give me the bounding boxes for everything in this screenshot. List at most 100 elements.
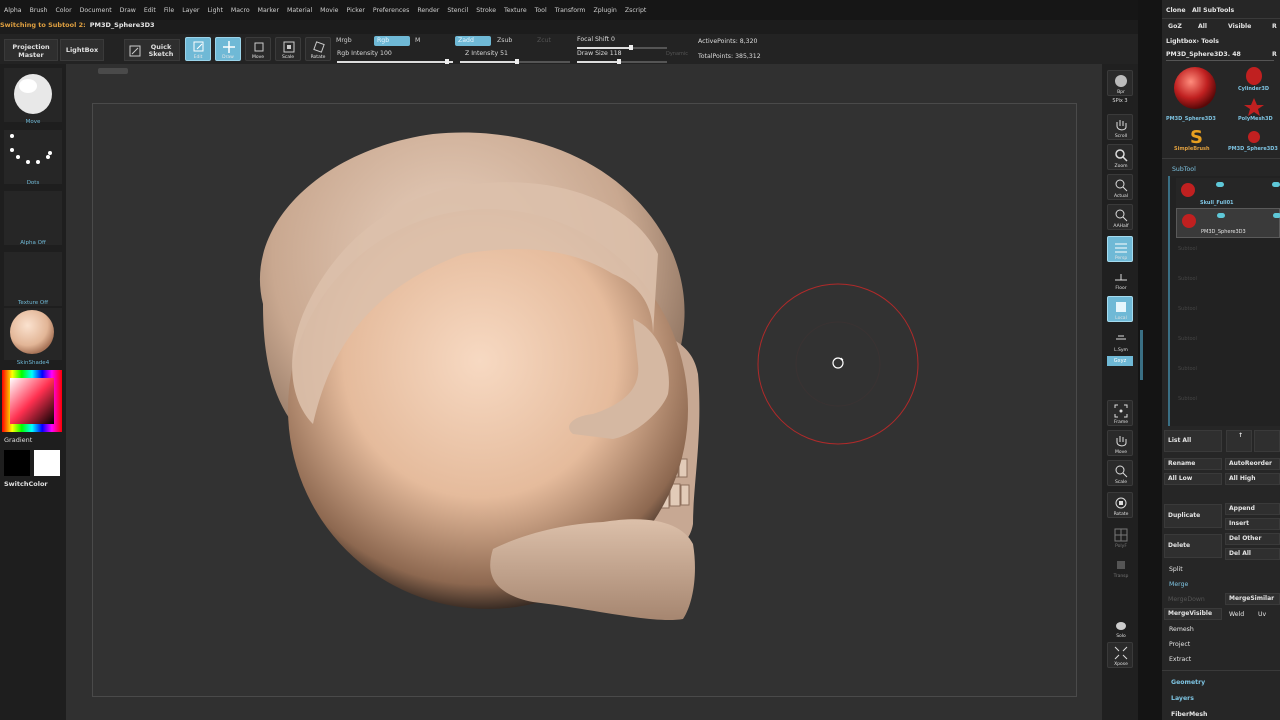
transp-button[interactable]: Transp	[1107, 554, 1133, 580]
brush-thumbnail[interactable]	[4, 68, 62, 122]
document-viewport[interactable]	[92, 103, 1077, 697]
scale-mode-button[interactable]: Scale	[275, 37, 301, 61]
menu-stroke[interactable]: Stroke	[476, 7, 496, 14]
rgb-intensity-slider[interactable]	[337, 59, 453, 64]
zadd-toggle[interactable]: Zadd	[455, 36, 491, 46]
lightbox-button[interactable]: LightBox	[60, 39, 104, 61]
weld-toggle[interactable]: Weld	[1229, 611, 1244, 618]
zcut-toggle[interactable]: Zcut	[534, 36, 554, 46]
menu-brush[interactable]: Brush	[30, 7, 48, 14]
empty-subtool-slot[interactable]: Subtool	[1178, 246, 1197, 252]
rotate-mode-button[interactable]: Rotate	[305, 37, 331, 61]
local-button[interactable]: Local	[1107, 296, 1133, 322]
all-high-button[interactable]: All High	[1225, 473, 1280, 485]
tool-thumb-polymesh[interactable]: PolyMesh3D	[1224, 96, 1280, 126]
menu-light[interactable]: Light	[207, 7, 222, 14]
bpr-button[interactable]: Bpr	[1107, 70, 1133, 96]
draw-size-slider[interactable]	[577, 59, 667, 64]
extract-section-toggle[interactable]: Extract	[1169, 656, 1191, 663]
all-subtools-button[interactable]: All SubTools	[1192, 7, 1234, 14]
fibermesh-subpalette[interactable]: FiberMesh	[1171, 711, 1207, 718]
focal-shift-knob[interactable]	[629, 45, 633, 50]
merge-down-button[interactable]: MergeDown	[1168, 596, 1205, 603]
menu-file[interactable]: File	[164, 7, 174, 14]
tool-thumb-cylinder[interactable]: Cylinder3D	[1224, 64, 1280, 94]
clone-button[interactable]: Clone	[1166, 7, 1186, 14]
m-toggle[interactable]: M	[412, 36, 423, 46]
tool-thumb-simplebrush[interactable]: S SimpleBrush	[1166, 126, 1222, 156]
alpha-thumbnail[interactable]	[4, 191, 62, 245]
canvas-scroll-handle[interactable]	[98, 68, 128, 74]
all-low-button[interactable]: All Low	[1164, 473, 1222, 485]
tool-r-button[interactable]: R	[1272, 51, 1277, 58]
list-all-button[interactable]: List All	[1164, 430, 1222, 452]
goz-visible-button[interactable]: Visible	[1228, 23, 1251, 30]
menu-texture[interactable]: Texture	[504, 7, 527, 14]
subtool-scrollbar[interactable]	[1168, 176, 1170, 426]
rgb-toggle[interactable]: Rgb	[374, 36, 410, 46]
geometry-subpalette[interactable]: Geometry	[1171, 679, 1205, 686]
floor-button[interactable]: Floor	[1107, 266, 1133, 292]
project-section-toggle[interactable]: Project	[1169, 641, 1190, 648]
split-section-toggle[interactable]: Split	[1169, 566, 1183, 573]
gxyz-toggle[interactable]: Gxyz	[1107, 356, 1133, 366]
menu-alpha[interactable]: Alpha	[4, 7, 22, 14]
scale-view-button[interactable]: Scale	[1107, 460, 1133, 486]
delete-button[interactable]: Delete	[1164, 534, 1222, 558]
visibility-eye-icon[interactable]	[1216, 182, 1224, 187]
material-thumbnail[interactable]	[4, 308, 62, 360]
menu-preferences[interactable]: Preferences	[373, 7, 409, 14]
menu-layer[interactable]: Layer	[182, 7, 199, 14]
draw-mode-button[interactable]: Draw	[215, 37, 241, 61]
lsym-button[interactable]: L.Sym	[1107, 328, 1133, 354]
visibility-eye-icon[interactable]	[1217, 213, 1225, 218]
empty-subtool-slot[interactable]: Subtool	[1178, 306, 1197, 312]
edit-mode-button[interactable]: Edit	[185, 37, 211, 61]
solo-button[interactable]: Solo	[1107, 614, 1133, 640]
goz-button[interactable]: GoZ	[1168, 23, 1182, 30]
menu-material[interactable]: Material	[287, 7, 312, 14]
empty-subtool-slot[interactable]: Subtool	[1178, 276, 1197, 282]
empty-subtool-slot[interactable]: Subtool	[1178, 396, 1197, 402]
menu-draw[interactable]: Draw	[120, 7, 136, 14]
menu-zscript[interactable]: Zscript	[625, 7, 646, 14]
tool-thumb-sphere-2[interactable]: PM3D_Sphere3D3	[1224, 126, 1280, 156]
menu-stencil[interactable]: Stencil	[447, 7, 468, 14]
tool-name-slider[interactable]	[1166, 60, 1274, 61]
menu-color[interactable]: Color	[55, 7, 71, 14]
projection-master-button[interactable]: Projection Master	[4, 39, 58, 61]
menu-tool[interactable]: Tool	[535, 7, 547, 14]
polyf-button[interactable]: PolyF	[1107, 524, 1133, 550]
persp-button[interactable]: Persp	[1107, 236, 1133, 262]
merge-similar-button[interactable]: MergeSimilar	[1225, 593, 1280, 605]
layers-subpalette[interactable]: Layers	[1171, 695, 1194, 702]
menu-marker[interactable]: Marker	[258, 7, 279, 14]
zsub-toggle[interactable]: Zsub	[494, 36, 515, 46]
focal-shift-slider[interactable]	[577, 45, 667, 50]
frame-button[interactable]: Frame	[1107, 400, 1133, 426]
rename-button[interactable]: Rename	[1164, 458, 1222, 470]
del-all-button[interactable]: Del All	[1225, 548, 1280, 560]
rotate-view-button[interactable]: Rotate	[1107, 492, 1133, 518]
primary-color-swatch[interactable]	[34, 450, 60, 476]
polypaint-toggle-icon[interactable]	[1272, 182, 1280, 187]
empty-subtool-slot[interactable]: Subtool	[1178, 336, 1197, 342]
z-intensity-slider[interactable]	[460, 59, 570, 64]
spix-setting[interactable]: SPix 3	[1104, 98, 1136, 104]
lightbox-tools-link[interactable]: Lightbox› Tools	[1166, 38, 1219, 45]
scroll-button[interactable]: Scroll	[1107, 114, 1133, 140]
subtool-item-skull[interactable]: Skull_Full01	[1176, 178, 1280, 208]
menu-picker[interactable]: Picker	[346, 7, 364, 14]
menu-macro[interactable]: Macro	[231, 7, 250, 14]
insert-button[interactable]: Insert	[1225, 518, 1280, 530]
xpose-button[interactable]: Xpose	[1107, 642, 1133, 668]
move-up-arrow-icon[interactable]: ↑	[1226, 430, 1252, 452]
empty-subtool-slot[interactable]: Subtool	[1178, 366, 1197, 372]
menu-document[interactable]: Document	[80, 7, 112, 14]
mrgb-toggle[interactable]: Mrgb	[333, 36, 355, 46]
del-other-button[interactable]: Del Other	[1225, 533, 1280, 545]
subtool-item-sphere-selected[interactable]: PM3D_Sphere3D3	[1176, 208, 1280, 238]
uv-toggle[interactable]: Uv	[1258, 611, 1266, 618]
secondary-color-swatch[interactable]	[4, 450, 30, 476]
goz-all-button[interactable]: All	[1198, 23, 1207, 30]
